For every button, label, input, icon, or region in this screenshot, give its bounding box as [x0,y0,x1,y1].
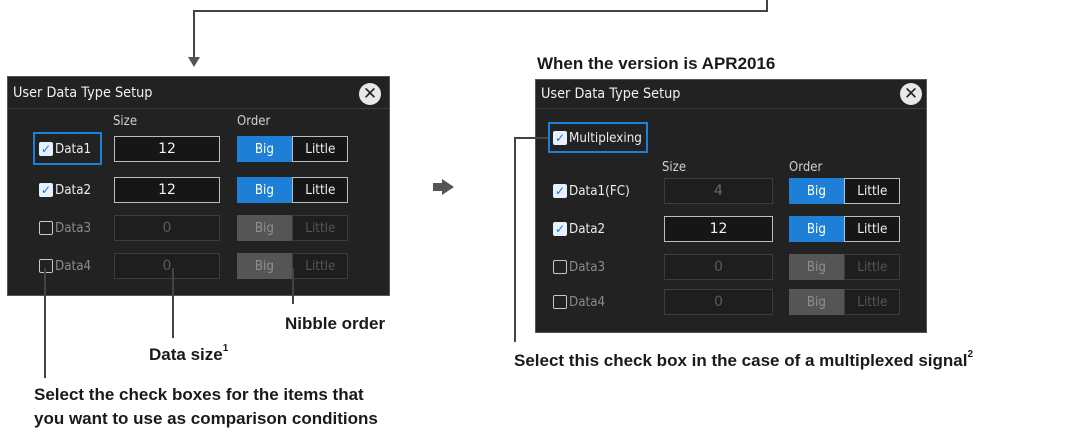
data3-order-toggle: Big Little [237,215,348,241]
big-option[interactable]: Big [237,177,292,203]
nibble-order-label: Nibble order [285,314,386,333]
version-heading: When the version is APR2016 [537,54,776,73]
size-column-header: Size [662,160,687,175]
data1fc-size-field: 4 [664,178,773,204]
multiplex-callout-hline [514,137,548,139]
data2-checkbox[interactable]: ✓ Data2 [553,216,608,242]
data3-order-toggle: Big Little [789,254,900,280]
dialog-title: User Data Type Setup [13,85,153,101]
order-column-header: Order [789,160,823,175]
title-divider [536,108,926,109]
size-callout-line [172,268,174,338]
data4-order-toggle: Big Little [789,289,900,315]
data2-order-toggle[interactable]: Big Little [789,216,900,242]
check-icon: ✓ [553,184,567,198]
order-column-header: Order [237,114,271,129]
data4-size-field: 0 [664,289,773,315]
data3-checkbox[interactable]: ✓ Data3 [39,215,94,241]
data-size-label: Data size1 [149,343,229,364]
little-option[interactable]: Little [844,178,900,204]
big-option[interactable]: Big [237,136,292,162]
data4-size-field: 0 [114,253,220,279]
little-option: Little [292,253,348,279]
order-callout-line [292,268,294,304]
arrow-shaft [433,183,442,191]
top-connector-right [766,0,768,12]
data4-checkbox[interactable]: ✓ Data4 [39,253,94,279]
checkbox-empty-icon: ✓ [553,260,567,274]
big-option: Big [789,254,844,280]
little-option: Little [844,254,900,280]
data2-checkbox[interactable]: ✓ Data2 [39,177,94,203]
little-option[interactable]: Little [292,136,348,162]
big-option: Big [237,215,292,241]
checkbox-empty-icon: ✓ [39,221,53,235]
data3-checkbox[interactable]: ✓ Data3 [553,254,608,280]
data1-size-field[interactable]: 12 [114,136,220,162]
multiplexing-checkbox[interactable]: ✓ Multiplexing [553,125,648,151]
little-option[interactable]: Little [292,177,348,203]
close-icon[interactable]: ✕ [900,83,922,105]
data3-size-field: 0 [114,215,220,241]
data1fc-checkbox[interactable]: ✓ Data1(FC) [553,178,635,204]
close-icon[interactable]: ✕ [359,83,381,105]
user-data-type-setup-dialog-apr2016: User Data Type Setup ✕ ✓ Multiplexing Si… [535,79,927,333]
data1-order-toggle[interactable]: Big Little [237,136,348,162]
big-option: Big [237,253,292,279]
big-option[interactable]: Big [789,178,844,204]
right-arrow-icon [442,179,454,195]
checkbox-empty-icon: ✓ [39,259,53,273]
title-divider [8,108,389,109]
big-option[interactable]: Big [789,216,844,242]
check-icon: ✓ [553,222,567,236]
checkbox-callout-line [44,268,46,378]
check-boxes-note-line2: you want to use as comparison conditions [34,409,378,428]
data2-size-field[interactable]: 12 [664,216,773,242]
data3-size-field: 0 [664,254,773,280]
data1-checkbox[interactable]: ✓ Data1 [39,136,94,162]
check-icon: ✓ [553,131,567,145]
checkbox-empty-icon: ✓ [553,295,567,309]
multiplex-callout-vline [514,137,516,342]
big-option: Big [789,289,844,315]
check-boxes-note-line1: Select the check boxes for the items tha… [34,385,364,404]
data4-checkbox[interactable]: ✓ Data4 [553,289,608,315]
top-connector-line [193,10,768,12]
size-column-header: Size [113,114,138,129]
little-option: Little [844,289,900,315]
check-icon: ✓ [39,183,53,197]
data2-order-toggle[interactable]: Big Little [237,177,348,203]
data2-size-field[interactable]: 12 [114,177,220,203]
data1fc-order-toggle[interactable]: Big Little [789,178,900,204]
user-data-type-setup-dialog: User Data Type Setup ✕ Size Order ✓ Data… [7,76,390,296]
top-connector-down [193,10,195,58]
dialog-title: User Data Type Setup [541,86,681,102]
multiplexed-note: Select this check box in the case of a m… [514,349,974,370]
little-option: Little [292,215,348,241]
down-arrow-icon [188,57,200,67]
little-option[interactable]: Little [844,216,900,242]
check-icon: ✓ [39,142,53,156]
